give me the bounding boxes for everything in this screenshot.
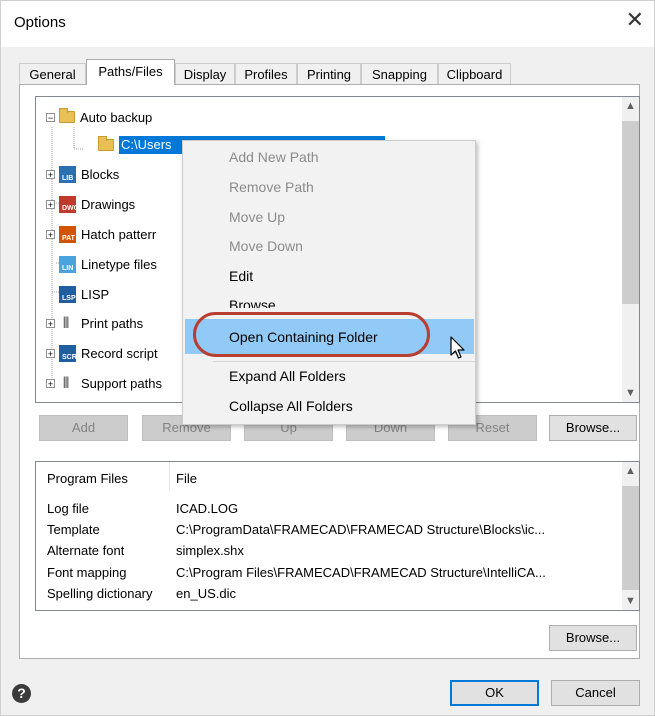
row-name: Alternate font	[47, 543, 125, 558]
expand-icon[interactable]: +	[46, 348, 55, 358]
folder-icon	[59, 108, 75, 123]
tree-item-label: Hatch patterr	[81, 226, 157, 242]
options-dialog: Options ✕ General Paths/Files Display Pr…	[0, 0, 655, 716]
tree-item-label: Drawings	[81, 196, 136, 212]
tab-clipboard[interactable]: Clipboard	[438, 63, 511, 84]
tree-item[interactable]: + LIB Blocks	[46, 163, 119, 185]
scroll-thumb[interactable]	[622, 121, 639, 304]
menu-item-remove-path[interactable]: Remove Path	[229, 177, 314, 197]
annotation-oval	[193, 312, 430, 357]
menu-item-browse[interactable]: Browse	[229, 295, 276, 308]
table-row[interactable]: Template C:\ProgramData\FRAMECAD\FRAMECA…	[36, 522, 624, 542]
tree-item-label: Linetype files	[81, 256, 157, 272]
menu-item-edit[interactable]: Edit	[229, 266, 253, 286]
program-files-list[interactable]: Program Files File Log file ICAD.LOG Tem…	[35, 461, 640, 611]
table-row[interactable]: Log file ICAD.LOG	[36, 501, 624, 521]
column-divider	[169, 462, 170, 490]
tree-item-label: Blocks	[81, 166, 120, 182]
blocks-path-icon: LIB	[59, 165, 76, 183]
tree-item-label: LISP	[81, 286, 110, 302]
collapse-icon[interactable]: −	[46, 112, 55, 122]
menu-separator	[213, 361, 475, 362]
table-row[interactable]: Spelling dictionary en_US.dic	[36, 586, 624, 606]
tree-item[interactable]: + ⦀ Print paths	[46, 312, 143, 334]
menu-item-expand-all-folders[interactable]: Expand All Folders	[229, 366, 346, 386]
lisp-path-icon: LSP	[59, 285, 76, 303]
help-icon[interactable]: ?	[12, 684, 31, 703]
mouse-cursor-icon	[450, 336, 465, 359]
context-menu: Add New Path Remove Path Move Up Move Do…	[182, 140, 476, 425]
title-bar: Options ✕	[1, 1, 654, 47]
tree-item[interactable]: LSP LISP	[59, 283, 109, 305]
expand-icon[interactable]: +	[46, 169, 55, 179]
tab-profiles[interactable]: Profiles	[235, 63, 297, 84]
row-value: ICAD.LOG	[176, 501, 239, 516]
expand-icon[interactable]: +	[46, 318, 55, 328]
tree-item[interactable]: − Auto backup	[46, 106, 152, 128]
row-value: simplex.shx	[176, 543, 244, 558]
ok-button[interactable]: OK	[450, 680, 539, 706]
menu-item-add-new-path[interactable]: Add New Path	[229, 147, 319, 167]
tab-paths-files[interactable]: Paths/Files	[86, 59, 175, 85]
tree-scrollbar[interactable]: ▲ ▼	[622, 97, 639, 402]
menu-item-collapse-all-folders[interactable]: Collapse All Folders	[229, 396, 353, 416]
tab-general[interactable]: General	[19, 63, 86, 84]
scroll-thumb[interactable]	[622, 486, 639, 590]
scroll-up-icon[interactable]: ▲	[622, 100, 639, 112]
paperclip-icon: ⦀	[62, 374, 70, 392]
scroll-down-icon[interactable]: ▼	[622, 595, 639, 607]
drawings-path-icon: DWG	[59, 195, 79, 213]
row-name: Font mapping	[47, 565, 127, 580]
tree-item[interactable]: + PAT Hatch patterr	[46, 223, 156, 245]
paperclip-icon: ⦀	[62, 314, 70, 332]
expand-icon[interactable]: +	[46, 199, 55, 209]
tree-item[interactable]: LIN Linetype files	[59, 253, 157, 275]
menu-item-move-up[interactable]: Move Up	[229, 207, 285, 227]
tab-printing[interactable]: Printing	[297, 63, 361, 84]
tab-display[interactable]: Display	[175, 63, 235, 84]
window-title: Options	[14, 14, 66, 31]
tree-item[interactable]: + SCR Record script	[46, 342, 158, 364]
linetype-path-icon: LIN	[59, 255, 76, 273]
hatch-path-icon: PAT	[59, 225, 76, 243]
row-name: Template	[47, 522, 100, 537]
column-header-program-files[interactable]: Program Files	[47, 471, 128, 486]
row-name: Spelling dictionary	[47, 586, 153, 601]
close-icon[interactable]: ✕	[626, 9, 644, 31]
browse-path-button[interactable]: Browse...	[549, 415, 637, 441]
tree-item-label: Record script	[81, 345, 158, 361]
tree-item-label: Print paths	[81, 315, 144, 331]
row-value: C:\ProgramData\FRAMECAD\FRAMECAD Structu…	[176, 522, 546, 537]
browse-file-button[interactable]: Browse...	[549, 625, 637, 651]
tree-item[interactable]: + DWG Drawings	[46, 193, 135, 215]
add-button[interactable]: Add	[39, 415, 128, 441]
table-row[interactable]: Alternate font simplex.shx	[36, 543, 624, 563]
menu-item-move-down[interactable]: Move Down	[229, 236, 303, 256]
folder-icon	[98, 136, 114, 151]
tree-item-label: Support paths	[81, 375, 162, 391]
scroll-up-icon[interactable]: ▲	[622, 465, 639, 477]
row-name: Log file	[47, 501, 89, 516]
tab-snapping[interactable]: Snapping	[361, 63, 438, 84]
tree-item[interactable]: + ⦀ Support paths	[46, 372, 162, 394]
script-path-icon: SCR	[59, 344, 77, 362]
file-list-scrollbar[interactable]: ▲ ▼	[622, 462, 639, 610]
expand-icon[interactable]: +	[46, 229, 55, 239]
tree-item-label: Auto backup	[80, 109, 153, 125]
table-row[interactable]: Font mapping C:\Program Files\FRAMECAD\F…	[36, 565, 624, 585]
row-value: en_US.dic	[176, 586, 236, 601]
column-header-file[interactable]: File	[176, 471, 197, 486]
scroll-down-icon[interactable]: ▼	[622, 387, 639, 399]
expand-icon[interactable]: +	[46, 378, 55, 388]
cancel-button[interactable]: Cancel	[551, 680, 640, 706]
row-value: C:\Program Files\FRAMECAD\FRAMECAD Struc…	[176, 565, 546, 580]
